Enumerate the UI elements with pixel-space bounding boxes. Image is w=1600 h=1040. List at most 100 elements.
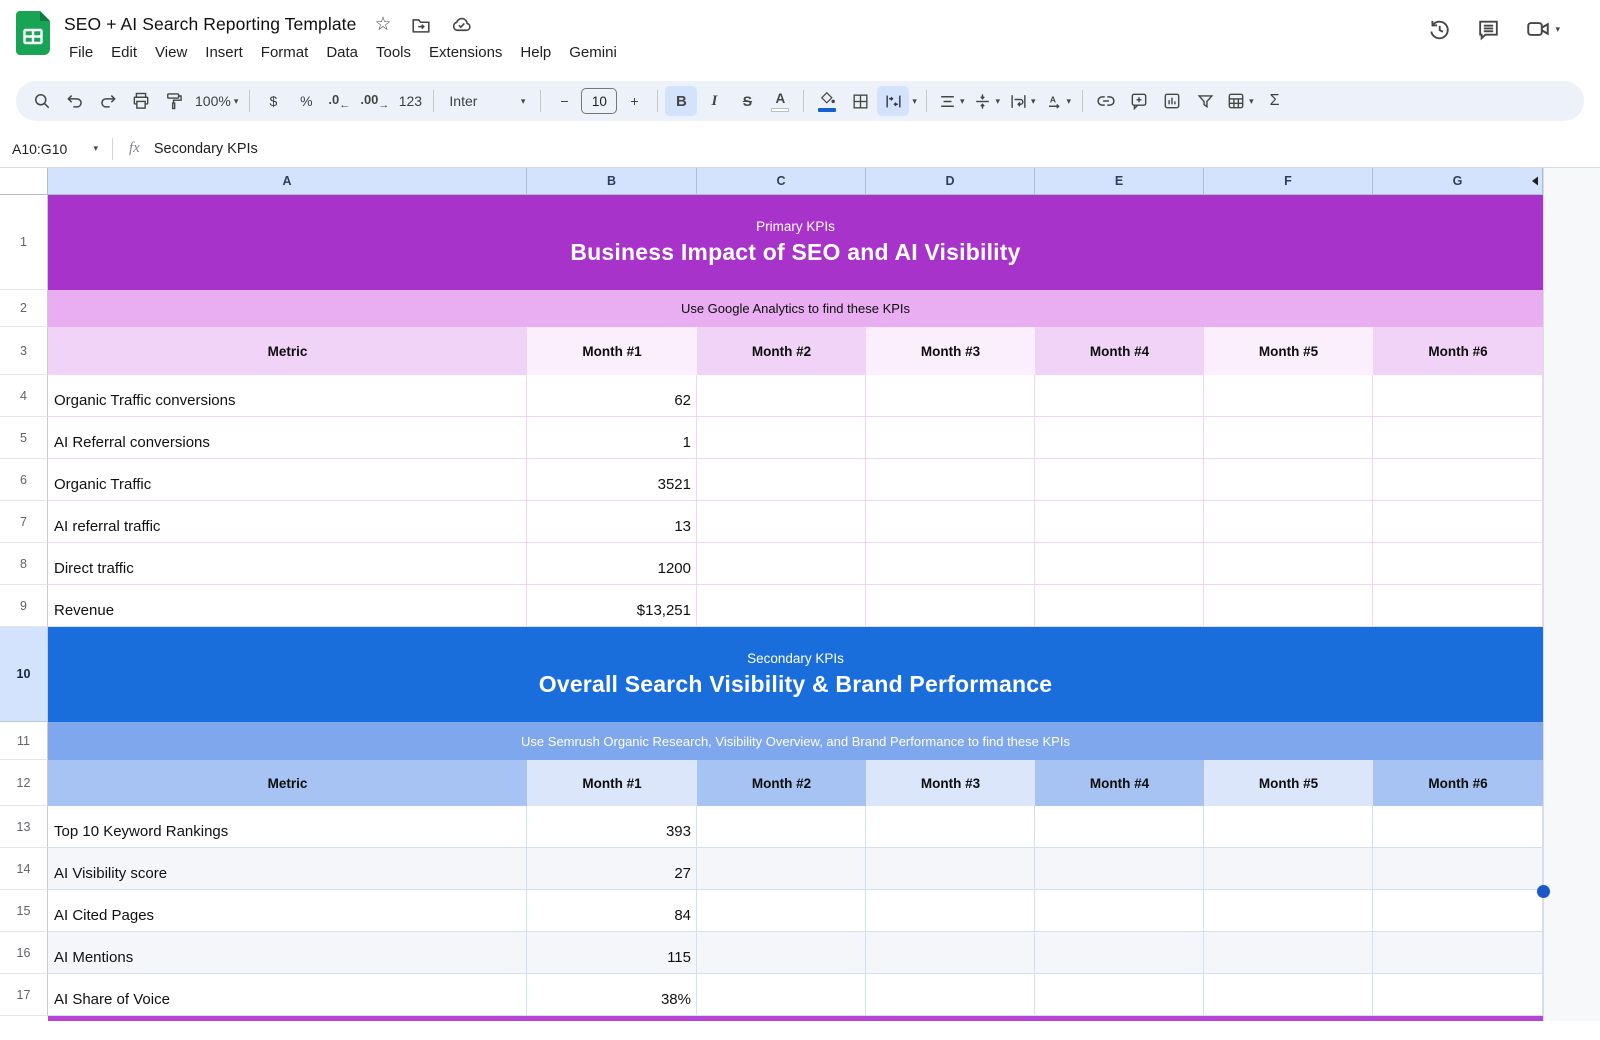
header-cell[interactable]: Month #3 — [866, 760, 1035, 806]
empty-cell[interactable] — [1035, 974, 1204, 1016]
value-cell[interactable]: 1 — [527, 417, 697, 459]
empty-cell[interactable] — [1204, 417, 1373, 459]
merge-cells-button[interactable] — [877, 86, 909, 116]
increase-font-size-button[interactable]: + — [618, 86, 650, 116]
empty-cell[interactable] — [1204, 890, 1373, 932]
metric-cell[interactable]: AI Visibility score — [48, 848, 527, 890]
empty-cell[interactable] — [866, 585, 1035, 627]
empty-cell[interactable] — [697, 806, 866, 848]
row-header-4[interactable]: 4 — [0, 375, 48, 417]
decrease-font-size-button[interactable]: − — [548, 86, 580, 116]
empty-cell[interactable] — [866, 501, 1035, 543]
row-header-2[interactable]: 2 — [0, 290, 48, 327]
empty-cell[interactable] — [1035, 890, 1204, 932]
metric-cell[interactable]: AI referral traffic — [48, 501, 527, 543]
empty-cell[interactable] — [866, 974, 1035, 1016]
row-header-1[interactable]: 1 — [0, 195, 48, 290]
value-cell[interactable]: $13,251 — [527, 585, 697, 627]
empty-cell[interactable] — [1035, 848, 1204, 890]
primary-kpis-banner-cell[interactable]: Primary KPIs Business Impact of SEO and … — [48, 195, 1543, 290]
value-cell[interactable]: 115 — [527, 932, 697, 974]
bold-button[interactable]: B — [665, 86, 697, 116]
empty-cell[interactable] — [866, 890, 1035, 932]
metric-cell[interactable]: AI Share of Voice — [48, 974, 527, 1016]
empty-cell[interactable] — [1204, 501, 1373, 543]
header-cell[interactable]: Month #5 — [1204, 760, 1373, 806]
hidden-columns-marker-icon[interactable] — [1531, 176, 1539, 186]
empty-cell[interactable] — [1035, 501, 1204, 543]
column-header-b[interactable]: B — [527, 168, 697, 195]
empty-cell[interactable] — [1035, 375, 1204, 417]
font-size-input[interactable]: 10 — [581, 88, 617, 114]
format-currency-button[interactable]: $ — [257, 86, 289, 116]
empty-cell[interactable] — [697, 585, 866, 627]
menu-extensions[interactable]: Extensions — [420, 41, 511, 64]
header-cell[interactable]: Month #1 — [527, 327, 697, 375]
text-wrap-button[interactable]: ▾ — [1005, 86, 1040, 116]
empty-cell[interactable] — [1373, 932, 1543, 974]
column-header-g[interactable]: G — [1373, 168, 1543, 195]
fill-color-button[interactable] — [811, 86, 843, 116]
row-header-5[interactable]: 5 — [0, 417, 48, 459]
empty-cell[interactable] — [1373, 974, 1543, 1016]
empty-cell[interactable] — [1204, 543, 1373, 585]
value-cell[interactable]: 38% — [527, 974, 697, 1016]
empty-cell[interactable] — [697, 501, 866, 543]
row-header-11[interactable]: 11 — [0, 722, 48, 760]
header-cell[interactable]: Month #6 — [1373, 760, 1543, 806]
star-icon[interactable]: ☆ — [374, 15, 391, 34]
menu-gemini[interactable]: Gemini — [560, 41, 626, 64]
row-header-3[interactable]: 3 — [0, 327, 48, 375]
column-header-c[interactable]: C — [697, 168, 866, 195]
italic-button[interactable]: I — [698, 86, 730, 116]
empty-cell[interactable] — [697, 848, 866, 890]
empty-cell[interactable] — [1204, 848, 1373, 890]
empty-cell[interactable] — [866, 459, 1035, 501]
strikethrough-button[interactable]: S — [731, 86, 763, 116]
value-cell[interactable]: 1200 — [527, 543, 697, 585]
row-header-16[interactable]: 16 — [0, 932, 48, 974]
paint-format-button[interactable] — [158, 86, 190, 116]
functions-button[interactable]: Σ — [1259, 86, 1291, 116]
header-cell[interactable]: Month #1 — [527, 760, 697, 806]
create-filter-button[interactable] — [1189, 86, 1221, 116]
empty-cell[interactable] — [1373, 417, 1543, 459]
column-header-f[interactable]: F — [1204, 168, 1373, 195]
merge-options-caret[interactable]: ▾ — [912, 97, 917, 106]
menu-help[interactable]: Help — [511, 41, 560, 64]
row-header-10-selected[interactable]: 10 — [0, 627, 48, 722]
header-cell[interactable]: Month #6 — [1373, 327, 1543, 375]
row-header-9[interactable]: 9 — [0, 585, 48, 627]
insert-table-button[interactable]: ▾ — [1222, 86, 1258, 116]
select-all-corner[interactable] — [0, 168, 48, 195]
empty-cell[interactable] — [1373, 806, 1543, 848]
row-header-12[interactable]: 12 — [0, 760, 48, 806]
text-rotation-button[interactable]: A ▾ — [1041, 86, 1076, 116]
metric-cell[interactable]: Revenue — [48, 585, 527, 627]
menu-data[interactable]: Data — [317, 41, 367, 64]
empty-cell[interactable] — [1035, 543, 1204, 585]
name-box[interactable]: A10:G10 ▾ — [0, 141, 108, 157]
meet-button[interactable]: ▾ — [1525, 16, 1560, 42]
zoom-select[interactable]: 100% ▾ — [191, 86, 242, 116]
print-button[interactable] — [125, 86, 157, 116]
empty-cell[interactable] — [1373, 375, 1543, 417]
empty-cell[interactable] — [1035, 585, 1204, 627]
empty-cell[interactable] — [866, 848, 1035, 890]
value-cell[interactable]: 84 — [527, 890, 697, 932]
empty-cell[interactable] — [1373, 501, 1543, 543]
empty-cell[interactable] — [866, 806, 1035, 848]
row-header-17[interactable]: 17 — [0, 974, 48, 1016]
column-header-d[interactable]: D — [866, 168, 1035, 195]
font-family-select[interactable]: Inter ▾ — [441, 86, 533, 116]
header-cell[interactable]: Metric — [48, 327, 527, 375]
empty-cell[interactable] — [1204, 932, 1373, 974]
selection-fill-handle[interactable] — [1537, 885, 1550, 898]
empty-cell[interactable] — [697, 543, 866, 585]
row-header-7[interactable]: 7 — [0, 501, 48, 543]
empty-cell[interactable] — [697, 974, 866, 1016]
decrease-decimal-button[interactable]: .0← — [323, 86, 355, 116]
menu-file[interactable]: File — [60, 41, 102, 64]
header-cell[interactable]: Month #2 — [697, 327, 866, 375]
empty-cell[interactable] — [697, 890, 866, 932]
